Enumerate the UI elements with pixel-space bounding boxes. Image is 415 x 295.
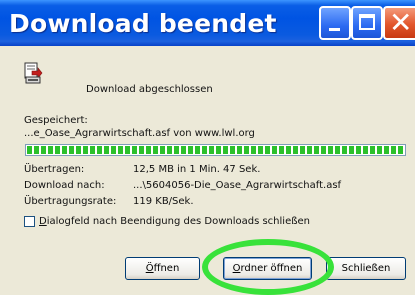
window-title: Download beendet (9, 9, 277, 38)
open-folder-button[interactable]: Ordner öffnen (223, 257, 312, 280)
saved-file: ...e_Oase_Agrarwirtschaft.asf von www.lw… (24, 128, 255, 139)
close-icon: ✕ (389, 6, 413, 39)
status-message: Download abgeschlossen (86, 84, 213, 95)
destination-value: ...\5604056-Die_Oase_Agrarwirtschaft.asf (133, 180, 342, 191)
close-button[interactable]: Schließen (326, 257, 406, 280)
close-window-button[interactable]: ✕ (383, 6, 415, 40)
progress-fill (27, 146, 404, 154)
transferred-value: 12,5 MB in 1 Min. 47 Sek. (133, 164, 261, 175)
transferred-label: Übertragen: (24, 164, 85, 175)
maximize-button[interactable] (351, 6, 383, 40)
maximize-icon (359, 14, 375, 30)
rate-value: 119 KB/Sek. (133, 196, 194, 207)
title-bar[interactable]: Download beendet ✕ (0, 0, 415, 46)
destination-label: Download nach: (24, 180, 105, 191)
minimize-icon (329, 28, 340, 31)
close-dialog-checkbox-label[interactable]: Dialogfeld nach Beendigung des Downloads… (39, 216, 310, 227)
download-complete-icon (24, 62, 43, 84)
download-progress-bar (25, 144, 406, 156)
open-button[interactable]: Öffnen (125, 257, 200, 280)
saved-label: Gespeichert: (24, 115, 88, 126)
rate-label: Übertragungsrate: (24, 196, 117, 207)
close-dialog-checkbox[interactable] (24, 216, 35, 227)
minimize-button[interactable] (319, 6, 351, 40)
